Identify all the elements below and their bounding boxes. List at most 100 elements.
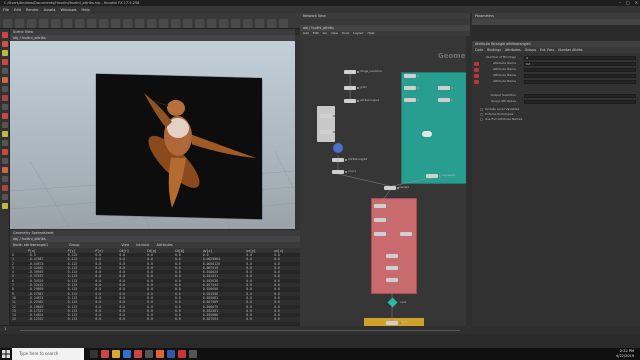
- app-icon[interactable]: [189, 350, 197, 358]
- task-view-icon[interactable]: [90, 350, 98, 358]
- shelf-tool-button[interactable]: [219, 19, 228, 28]
- shelf-tool-button[interactable]: [207, 19, 216, 28]
- shelf-tool-button[interactable]: [159, 19, 168, 28]
- group-attributes-field[interactable]: [524, 99, 636, 104]
- shelf-tool-button[interactable]: [87, 19, 96, 28]
- shelf-tool-button[interactable]: [27, 19, 36, 28]
- image-plane: [96, 73, 262, 220]
- shelf-tool-button[interactable]: [195, 19, 204, 28]
- group-tool-icon[interactable]: [2, 176, 8, 182]
- menu-help[interactable]: Help: [82, 8, 90, 12]
- camera-tool-icon[interactable]: [2, 140, 8, 146]
- scale-tool-icon[interactable]: [2, 59, 8, 65]
- display-tool-icon[interactable]: [2, 203, 8, 209]
- view-tool-icon[interactable]: [2, 86, 8, 92]
- table-cell: 0.037594: [200, 317, 245, 322]
- snap-tool-icon[interactable]: [2, 104, 8, 110]
- param-checkbox-row: Use Full Attribute Names: [472, 117, 640, 122]
- menu-windows[interactable]: Windows: [60, 8, 76, 12]
- frame-field[interactable]: 1: [4, 327, 6, 331]
- app-icon[interactable]: [156, 350, 164, 358]
- intrinsic-toggle[interactable]: Intrinsic: [136, 243, 149, 247]
- path-context[interactable]: hudini_attribs: [22, 237, 46, 241]
- remove-binding-button[interactable]: [474, 73, 479, 78]
- path-obj[interactable]: obj: [303, 26, 308, 30]
- remove-binding-button[interactable]: [474, 61, 479, 66]
- rotate-tool-icon[interactable]: [2, 50, 8, 56]
- paint-tool-icon[interactable]: [2, 149, 8, 155]
- remove-binding-button[interactable]: [474, 67, 479, 72]
- menu-edit[interactable]: Edit: [14, 8, 21, 12]
- attributes-dropdown[interactable]: Attributes: [156, 243, 172, 247]
- edit-tool-icon[interactable]: [2, 185, 8, 191]
- shelf-tool-button[interactable]: [183, 19, 192, 28]
- handle-tool-icon[interactable]: [2, 68, 8, 74]
- path-obj[interactable]: obj: [13, 36, 18, 40]
- app-icon[interactable]: [101, 350, 109, 358]
- drive-tool-icon[interactable]: [2, 167, 8, 173]
- enforce-prototypes-checkbox[interactable]: [480, 113, 483, 116]
- move-tool-icon[interactable]: [2, 41, 8, 47]
- shelf-tool-button[interactable]: [75, 19, 84, 28]
- network-editor[interactable]: Geometry image_resolution grid1 attribwr…: [300, 36, 470, 326]
- browser-icon[interactable]: [123, 350, 131, 358]
- table-row[interactable]: 15 -0.12312 0.113 0.0 0.0 0.0 0.0 0.037594 0.0 0.…: [10, 317, 300, 322]
- menu-assets[interactable]: Assets: [44, 8, 56, 12]
- folder-icon[interactable]: [112, 350, 120, 358]
- number-bindings-field[interactable]: 4: [524, 55, 636, 60]
- path-context[interactable]: hudini_attribs: [311, 26, 334, 30]
- shelf-tool-button[interactable]: [255, 19, 264, 28]
- shelf-tool-button[interactable]: [39, 19, 48, 28]
- app-icon[interactable]: [167, 350, 175, 358]
- shelf-tool-button[interactable]: [171, 19, 180, 28]
- shelf-tool-button[interactable]: [231, 19, 240, 28]
- path-context[interactable]: hudini_attribs: [22, 36, 46, 40]
- shelf-tool-button[interactable]: [51, 19, 60, 28]
- 3d-viewport[interactable]: [10, 41, 295, 229]
- table-cell: 0.0: [172, 317, 201, 322]
- node-name[interactable]: attribwrangle1: [24, 243, 48, 247]
- shelf-tool-button[interactable]: [279, 19, 288, 28]
- param-label: Attribute Name: [492, 67, 516, 71]
- node-label: Node:: [13, 243, 23, 247]
- shelf-tool-button[interactable]: [147, 19, 156, 28]
- sculpt-tool-icon[interactable]: [2, 158, 8, 164]
- full-attribute-names-checkbox[interactable]: [480, 118, 483, 121]
- shelf-tool-button[interactable]: [99, 19, 108, 28]
- taskbar-search-input[interactable]: Type here to search: [12, 348, 84, 360]
- attribute-name-field[interactable]: [524, 73, 636, 78]
- windows-start-icon[interactable]: [2, 350, 10, 358]
- view-dropdown[interactable]: View: [121, 243, 129, 247]
- peak-tool-icon[interactable]: [2, 194, 8, 200]
- shelf-tool-button[interactable]: [135, 19, 144, 28]
- path-obj[interactable]: obj: [13, 237, 18, 241]
- select-tool-icon[interactable]: [2, 32, 8, 38]
- brush-tool-icon[interactable]: [2, 95, 8, 101]
- light-tool-icon[interactable]: [2, 131, 8, 137]
- update-locals-checkbox[interactable]: [480, 108, 483, 111]
- menu-file[interactable]: File: [3, 8, 9, 12]
- shelf-tool-button[interactable]: [63, 19, 72, 28]
- timeline-track[interactable]: [20, 330, 460, 331]
- shelf-tool-button[interactable]: [123, 19, 132, 28]
- app-icon[interactable]: [145, 350, 153, 358]
- measure-tool-icon[interactable]: [2, 113, 8, 119]
- shelf-tool-button[interactable]: [3, 19, 12, 28]
- attribute-name-field[interactable]: Cd: [524, 61, 636, 66]
- shelf-tool-button[interactable]: [111, 19, 120, 28]
- houdini-icon[interactable]: [134, 350, 142, 358]
- shelf-tool-button[interactable]: [243, 19, 252, 28]
- output-selection-field[interactable]: [524, 93, 636, 98]
- shelf-tool-button[interactable]: [15, 19, 24, 28]
- system-clock[interactable]: 2:22 PM 4/22/2019: [616, 349, 634, 359]
- pose-tool-icon[interactable]: [2, 77, 8, 83]
- remove-binding-button[interactable]: [474, 79, 479, 84]
- app-icon[interactable]: [178, 350, 186, 358]
- attribute-name-field[interactable]: [524, 67, 636, 72]
- menu-render[interactable]: Render: [26, 8, 39, 12]
- attribute-name-field[interactable]: [524, 79, 636, 84]
- render-region-icon[interactable]: [2, 122, 8, 128]
- table-cell: 0.0: [117, 317, 146, 322]
- group-label: Group:: [69, 243, 81, 247]
- shelf-tool-button[interactable]: [267, 19, 276, 28]
